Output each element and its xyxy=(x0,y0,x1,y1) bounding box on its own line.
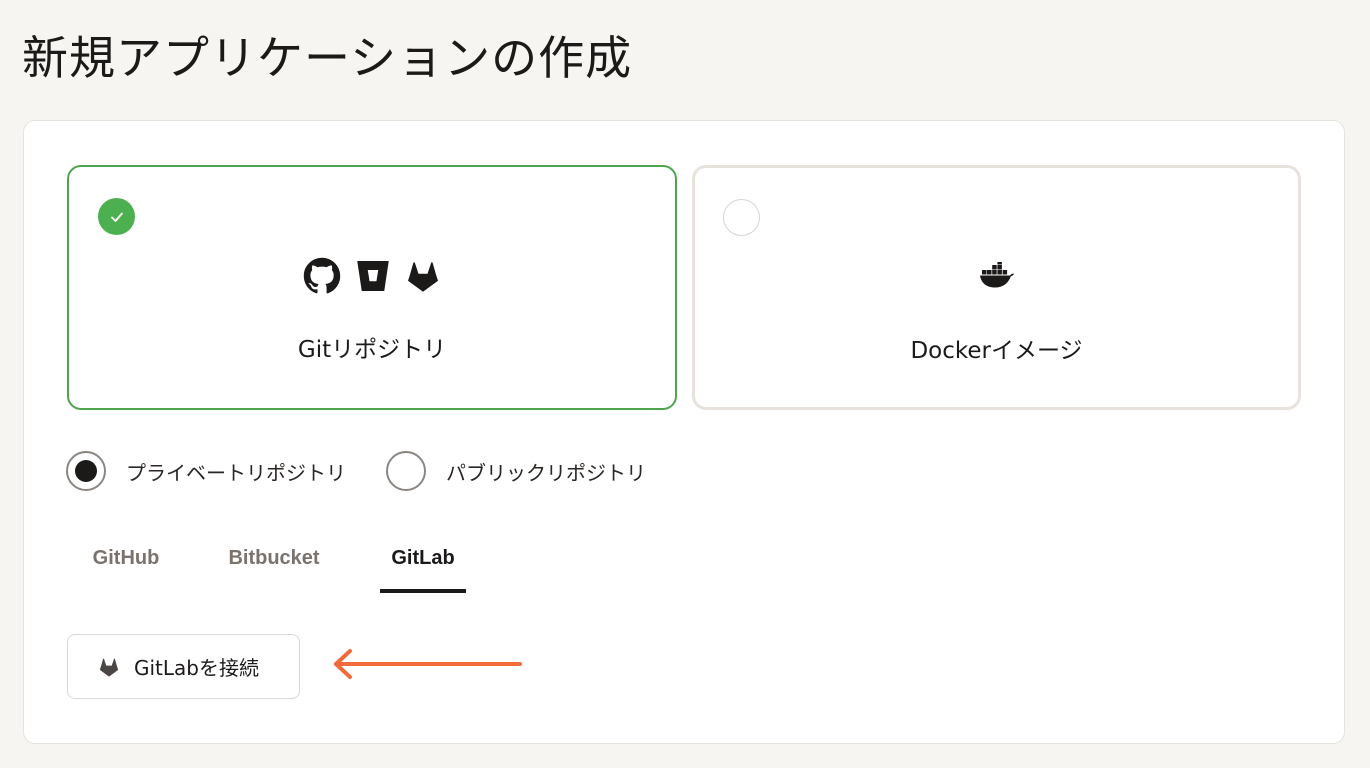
private-repository-option[interactable]: プライベートリポジトリ xyxy=(66,451,346,491)
private-radio[interactable] xyxy=(66,451,106,491)
docker-image-card[interactable]: Dockerイメージ xyxy=(692,165,1301,410)
git-repository-card[interactable]: Gitリポジトリ xyxy=(67,165,677,410)
docker-icon xyxy=(979,262,1014,288)
tab-github[interactable]: GitHub xyxy=(68,541,184,593)
connect-gitlab-button[interactable]: GitLabを接続 xyxy=(67,634,300,699)
tab-bitbucket[interactable]: Bitbucket xyxy=(222,541,326,593)
tab-gitlab[interactable]: GitLab xyxy=(380,541,466,593)
git-repository-label: Gitリポジトリ xyxy=(297,337,447,363)
check-icon xyxy=(98,198,135,235)
create-app-panel: Gitリポジトリ Dockerイメージ プライベートリポジトリ パブリックリポジ… xyxy=(23,120,1345,744)
public-radio[interactable] xyxy=(386,451,426,491)
github-icon xyxy=(303,257,341,294)
private-repository-label: プライベートリポジトリ xyxy=(126,460,346,485)
gitlab-icon xyxy=(408,262,438,292)
left-arrow-icon xyxy=(334,649,522,679)
connect-gitlab-label: GitLabを接続 xyxy=(134,656,259,680)
public-repository-label: パブリックリポジトリ xyxy=(446,460,646,485)
docker-image-label: Dockerイメージ xyxy=(910,338,1083,364)
bitbucket-icon xyxy=(357,261,389,291)
public-repository-option[interactable]: パブリックリポジトリ xyxy=(386,451,646,491)
unselected-circle xyxy=(723,199,760,236)
gitlab-icon xyxy=(99,658,119,677)
radio-dot xyxy=(75,460,97,482)
page-title: 新規アプリケーションの作成 xyxy=(22,31,633,85)
